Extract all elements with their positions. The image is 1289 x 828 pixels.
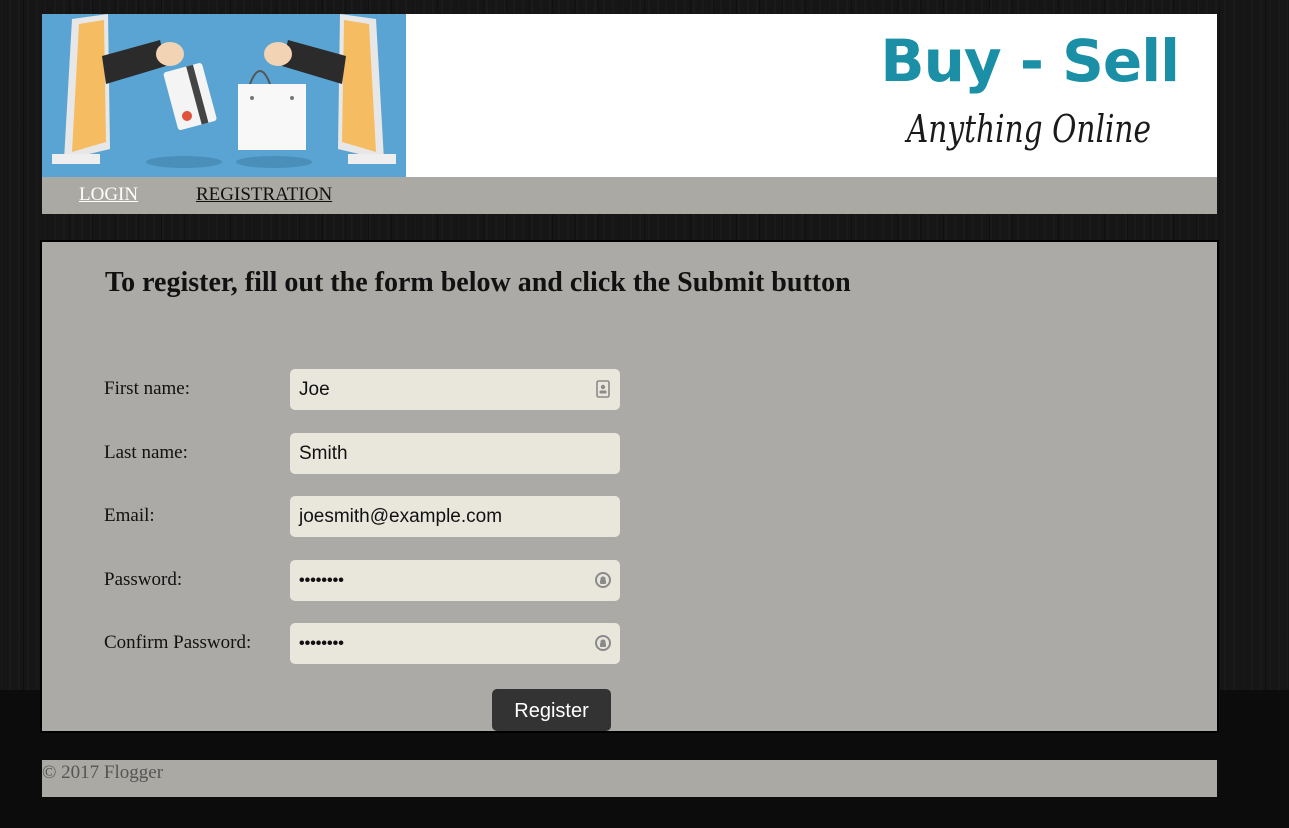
first-name-row: First name: Joe [104, 369, 624, 410]
logo-title: Buy - Sell [880, 27, 1180, 95]
email-value: joesmith@example.com [299, 506, 503, 527]
password-field[interactable]: •••••••• [290, 560, 620, 601]
last-name-row: Last name: Smith [104, 433, 624, 474]
password-row: Password: •••••••• [104, 560, 624, 601]
nav-link-login[interactable]: LOGIN [79, 184, 138, 206]
contact-card-icon[interactable] [594, 380, 612, 398]
password-key-icon[interactable] [594, 634, 612, 652]
site-header: Buy - Sell Anything Online [42, 14, 1217, 177]
footer-copyright: © 2017 Flogger [42, 762, 164, 783]
page-wrapper: Buy - Sell Anything Online LOGIN REGISTR… [40, 14, 1219, 797]
logo-subtitle: Anything Online [906, 107, 1151, 151]
main-nav: LOGIN REGISTRATION [42, 177, 1217, 214]
first-name-value: Joe [299, 379, 330, 400]
confirm-password-row: Confirm Password: •••••••• [104, 623, 624, 664]
password-label: Password: [104, 569, 183, 590]
password-value: •••••••• [299, 572, 344, 589]
site-footer: © 2017 Flogger [42, 760, 1217, 797]
first-name-field[interactable]: Joe [290, 369, 620, 410]
page-title: To register, fill out the form below and… [105, 267, 851, 298]
last-name-field[interactable]: Smith [290, 433, 620, 474]
last-name-value: Smith [299, 443, 348, 464]
confirm-password-label: Confirm Password: [104, 632, 252, 653]
password-key-icon[interactable] [594, 571, 612, 589]
registration-panel: To register, fill out the form below and… [40, 240, 1219, 733]
confirm-password-field[interactable]: •••••••• [290, 623, 620, 664]
last-name-label: Last name: [104, 442, 188, 463]
confirm-password-value: •••••••• [299, 635, 344, 652]
email-row: Email: joesmith@example.com [104, 496, 624, 537]
register-button[interactable]: Register [492, 689, 611, 731]
nav-link-registration[interactable]: REGISTRATION [196, 184, 332, 206]
online-shopping-illustration [42, 14, 406, 177]
site-logo: Buy - Sell Anything Online [880, 24, 1181, 174]
first-name-label: First name: [104, 378, 191, 399]
email-field[interactable]: joesmith@example.com [290, 496, 620, 537]
email-label: Email: [104, 505, 155, 526]
